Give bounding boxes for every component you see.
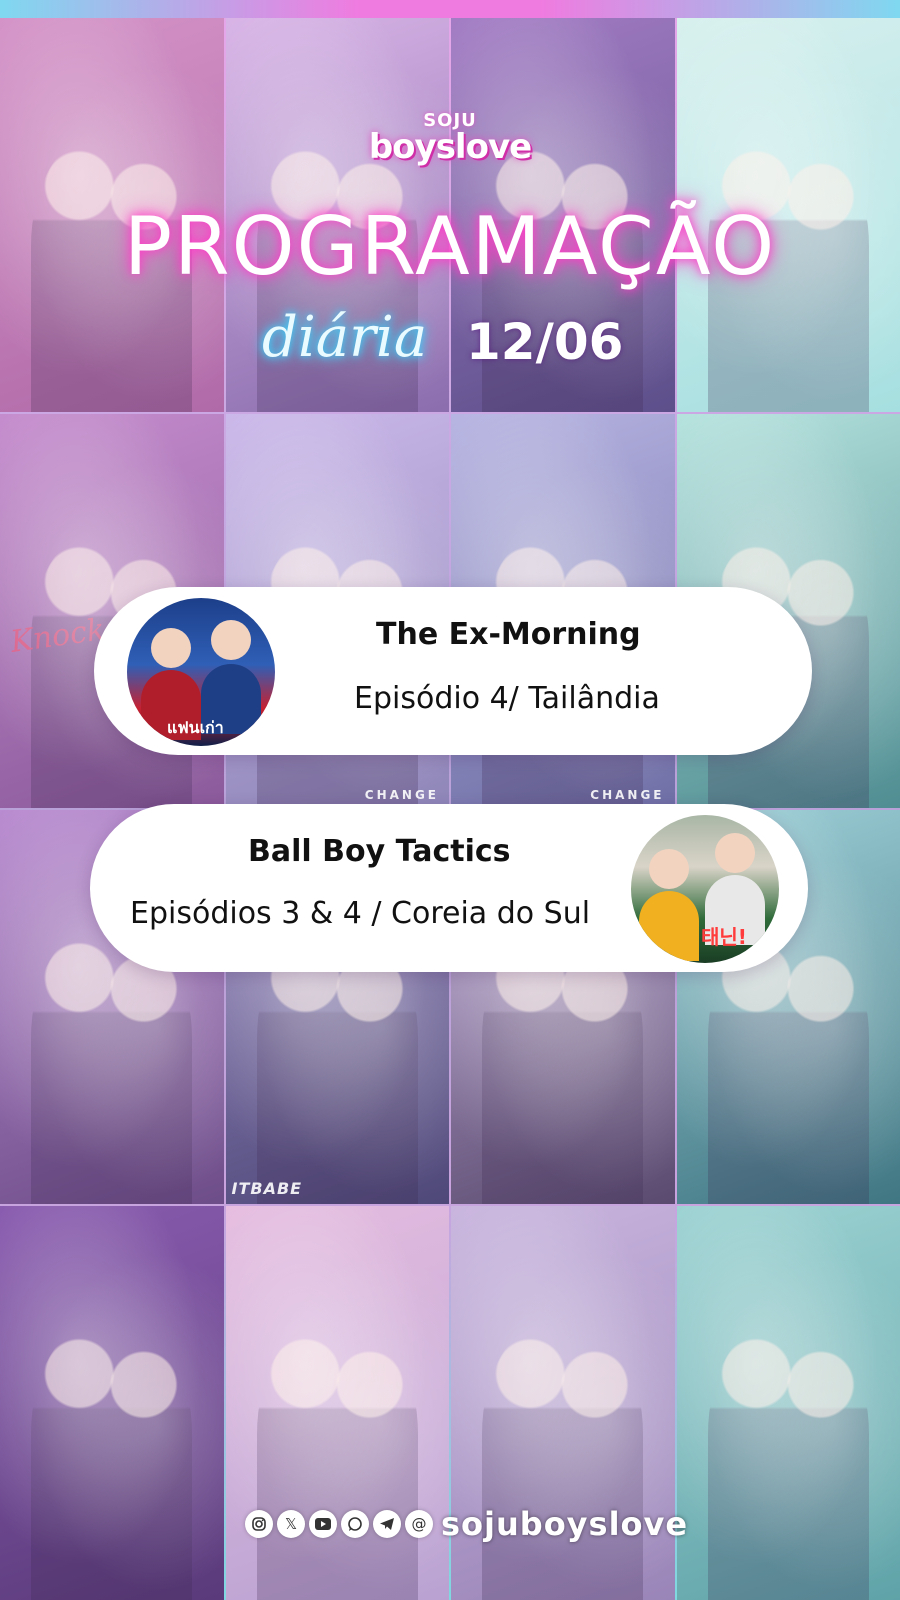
show-title: The Ex-Morning — [376, 617, 641, 652]
telegram-icon[interactable] — [373, 1510, 401, 1538]
x-icon[interactable]: 𝕏 — [277, 1510, 305, 1538]
show-card[interactable]: Ball Boy Tactics Episódios 3 & 4 / Corei… — [90, 804, 808, 972]
brand-main-text: boyslove — [368, 127, 532, 167]
poster-title: แฟนเก่า — [167, 718, 224, 737]
tile-caption: CHANGE — [364, 788, 439, 802]
header: SOJU boyslove PROGRAMAÇÃO diária 12/06 — [0, 0, 900, 400]
schedule-poster: Knock Out CHANGE CHANGE ITBABE SOJU boys… — [0, 0, 900, 1600]
schedule-date: 12/06 — [466, 313, 624, 371]
collage-photo — [676, 1206, 900, 1600]
show-episode: Episódio 4/ Tailândia — [354, 681, 660, 716]
social-footer: 𝕏 @ sojuboyslove — [245, 1505, 688, 1543]
whatsapp-icon[interactable] — [341, 1510, 369, 1538]
collage-photo — [0, 1206, 224, 1600]
instagram-icon[interactable] — [245, 1510, 273, 1538]
poster-title: 태닌! — [701, 925, 747, 949]
subtitle-script: diária — [262, 305, 428, 370]
tile-caption: ITBABE — [231, 1179, 303, 1198]
threads-icon[interactable]: @ — [405, 1510, 433, 1538]
page-title: PROGRAMAÇÃO — [123, 200, 777, 293]
tile-caption: CHANGE — [590, 788, 665, 802]
show-episode: Episódios 3 & 4 / Coreia do Sul — [130, 896, 591, 931]
subtitle: diária 12/06 — [0, 305, 900, 385]
youtube-icon[interactable] — [309, 1510, 337, 1538]
show-poster: 태닌! — [628, 812, 782, 966]
show-poster: แฟนเก่า — [124, 595, 278, 749]
show-title: Ball Boy Tactics — [248, 834, 511, 869]
social-handle[interactable]: sojuboyslove — [441, 1505, 688, 1543]
show-card[interactable]: แฟนเก่า The Ex-Morning Episódio 4/ Tailâ… — [94, 587, 812, 755]
brand-logo: SOJU boyslove — [0, 112, 900, 167]
